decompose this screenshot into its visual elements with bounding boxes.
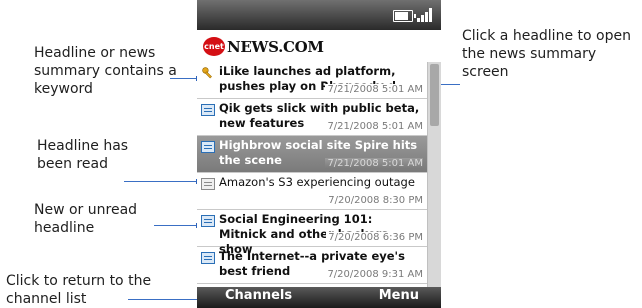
headline-date: 7/20/2008 8:30 PM — [326, 195, 423, 206]
headline-date: 7/21/2008 5:01 AM — [325, 84, 423, 95]
scrollbar[interactable] — [427, 62, 441, 287]
headline-date: 7/21/2008 5:01 AM — [325, 121, 423, 132]
headline-row[interactable]: iLike launches ad platform, pushes play … — [197, 62, 427, 99]
headline-row-selected[interactable]: Highbrow social site Spire hits the scen… — [197, 136, 427, 173]
headline-row[interactable]: Qik gets slick with public beta, new fea… — [197, 99, 427, 136]
channel-title: NEWS.COM — [227, 38, 324, 56]
callout-keyword-line — [170, 78, 198, 79]
read-news-icon — [201, 178, 215, 190]
callout-channel-list: Click to return to the channel list — [6, 273, 152, 307]
headline-list: iLike launches ad platform, pushes play … — [197, 62, 427, 287]
callout-read: Headline has been read — [37, 138, 129, 172]
battery-icon — [393, 10, 416, 22]
unread-news-icon — [201, 141, 215, 153]
softkey-bar: Channels Menu — [197, 287, 441, 308]
menu-softkey[interactable]: Menu — [379, 288, 419, 303]
callout-read-line — [124, 181, 198, 182]
headline-title: Amazon's S3 experiencing outage — [219, 175, 415, 189]
cnet-logo: cnet — [203, 37, 225, 56]
headline-date: 7/20/2008 9:31 AM — [325, 269, 423, 280]
signal-icon — [417, 8, 433, 22]
callout-unread-line — [154, 225, 198, 226]
scrollbar-thumb[interactable] — [430, 64, 439, 126]
channel-header: cnet NEWS.COM — [197, 30, 441, 62]
status-bar — [197, 0, 441, 30]
phone-screen: cnet NEWS.COM iLike launches ad platform… — [197, 0, 441, 308]
callout-keyword: Headline or news summary contains a keyw… — [34, 45, 177, 97]
headline-row[interactable]: Amazon's S3 experiencing outage 7/20/200… — [197, 173, 427, 210]
headline-date: 7/21/2008 5:01 AM — [325, 158, 423, 169]
headline-row[interactable]: Social Engineering 101: Mitnick and othe… — [197, 210, 427, 256]
key-icon — [202, 67, 212, 79]
callout-channel-line — [128, 299, 198, 300]
unread-news-icon — [201, 215, 215, 227]
headline-row[interactable]: The Internet--a private eye's best frien… — [197, 247, 427, 284]
callout-unread: New or unread headline — [34, 202, 138, 236]
callout-open-summary: Click a headline to open the news summar… — [462, 28, 631, 80]
unread-news-icon — [201, 252, 215, 264]
channels-softkey[interactable]: Channels — [225, 288, 292, 303]
unread-news-icon — [201, 104, 215, 116]
headline-date: 7/20/2008 6:36 PM — [326, 232, 423, 243]
